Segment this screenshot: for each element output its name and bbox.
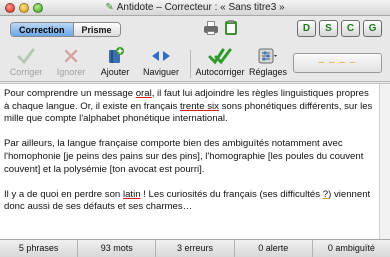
navigation-arrows-icon xyxy=(136,46,186,66)
flagged-word-oral[interactable]: oral xyxy=(136,88,152,99)
title-bar: ✎ Antidote – Correcteur : « Sans titre3 » xyxy=(0,0,390,16)
paragraph-3: Il y a de quoi en perdre son latin ! Les… xyxy=(4,189,376,214)
autocorriger-label: Autocorriger xyxy=(195,67,245,77)
document-actions xyxy=(204,20,238,36)
ambiguity-count[interactable]: 0 ambiguïté xyxy=(313,240,390,257)
ignorer-button[interactable]: Ignorer xyxy=(52,46,90,77)
dictionary-button[interactable]: D xyxy=(297,20,316,37)
ignore-x-icon xyxy=(52,46,90,66)
double-checkmark-icon xyxy=(193,46,247,66)
antidote-logo-icon: ✎ xyxy=(105,2,114,13)
window-title: ✎ Antidote – Correcteur : « Sans titre3 » xyxy=(0,2,390,13)
reglages-button[interactable]: Réglages xyxy=(248,46,288,77)
corriger-label: Corriger xyxy=(9,67,43,77)
naviguer-button[interactable]: Naviguer xyxy=(136,46,186,77)
correction-level-indicator[interactable]: – – – – xyxy=(293,53,382,73)
settings-sliders-icon xyxy=(248,46,288,66)
text-run: Pour comprendre un message xyxy=(4,88,136,99)
text-run: Il y a de quoi en perdre son xyxy=(4,188,123,200)
text-run: ! Les curiosités du français (ses diffic… xyxy=(140,188,323,200)
alert-count[interactable]: 0 alerte xyxy=(235,240,313,257)
flagged-word-trente-six[interactable]: trente six xyxy=(180,101,219,112)
add-book-icon xyxy=(98,46,132,66)
paragraph-1: Pour comprendre un message oral, il faut… xyxy=(4,88,376,126)
status-bar: 5 phrases 93 mots 3 erreurs 0 alerte 0 a… xyxy=(0,239,390,257)
prism-buttons: D S C G xyxy=(297,20,382,37)
antidote-window: ✎ Antidote – Correcteur : « Sans titre3 »… xyxy=(0,0,390,257)
printer-icon[interactable] xyxy=(204,20,218,36)
error-count[interactable]: 3 erreurs xyxy=(156,240,235,257)
ajouter-button[interactable]: Ajouter xyxy=(98,46,132,77)
mode-segmented-control: Correction Prisme xyxy=(10,22,121,37)
window-title-text: Antidote – Correcteur : « Sans titre3 » xyxy=(116,2,285,13)
phrase-count: 5 phrases xyxy=(0,240,79,257)
document-area[interactable]: Pour comprendre un message oral, il faut… xyxy=(0,83,390,240)
top-toolbar: Correction Prisme D S C G xyxy=(0,17,390,42)
document-text[interactable]: Pour comprendre un message oral, il faut… xyxy=(4,88,376,227)
ignorer-label: Ignorer xyxy=(56,67,86,77)
reglages-label: Réglages xyxy=(248,67,288,77)
tab-correction[interactable]: Correction xyxy=(11,23,73,36)
naviguer-label: Naviguer xyxy=(142,67,180,77)
correction-button[interactable]: C xyxy=(341,20,360,37)
ajouter-label: Ajouter xyxy=(100,67,130,77)
vertical-scrollbar[interactable] xyxy=(379,84,390,240)
correction-toolbar: Corriger Ignorer Ajouter Naviguer Autoco… xyxy=(0,44,390,82)
style-button[interactable]: S xyxy=(319,20,338,37)
word-count: 93 mots xyxy=(78,240,157,257)
tab-prisme[interactable]: Prisme xyxy=(72,23,120,36)
guide-button[interactable]: G xyxy=(363,20,382,37)
toolbar-divider xyxy=(190,50,191,78)
autocorriger-button[interactable]: Autocorriger xyxy=(193,46,247,77)
corriger-button[interactable]: Corriger xyxy=(6,46,46,77)
checkmark-icon xyxy=(6,46,46,66)
clipboard-icon[interactable] xyxy=(224,20,238,36)
paragraph-2: Par ailleurs, la langue française compor… xyxy=(4,138,364,175)
flagged-word-latin[interactable]: latin xyxy=(123,189,141,200)
